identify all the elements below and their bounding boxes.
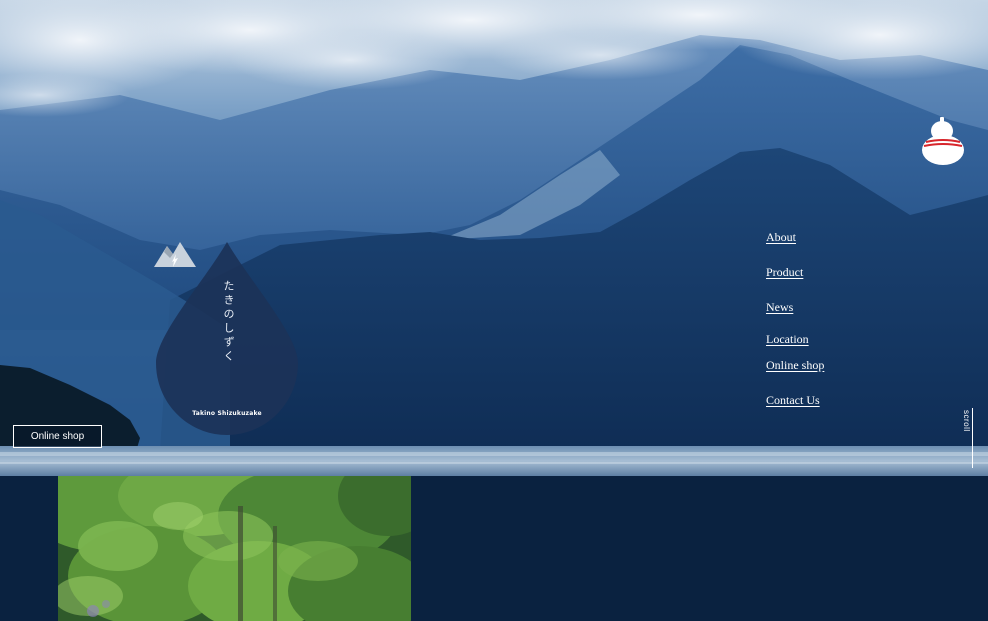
lower-section (0, 476, 988, 621)
scroll-line (972, 408, 973, 468)
nav-item-product[interactable]: Product (766, 265, 803, 280)
brand-logo[interactable]: たきのしずく Takino Shizukuzake (154, 240, 300, 436)
hero-landscape-image (0, 0, 988, 476)
brand-vertical-name: たきのしずく (222, 280, 235, 364)
nav-item-location[interactable]: Location (766, 332, 809, 347)
mountain-icon (154, 242, 196, 267)
hero-section: たきのしずく Takino Shizukuzake Online shop Ab… (0, 0, 988, 476)
online-shop-button[interactable]: Online shop (13, 425, 102, 448)
nav-item-news[interactable]: News (766, 300, 793, 315)
gourd-icon[interactable] (920, 116, 966, 168)
nav-item-contact-us[interactable]: Contact Us (766, 393, 820, 408)
page: たきのしずく Takino Shizukuzake Online shop Ab… (0, 0, 988, 621)
brand-name: Takino Shizukuzake (192, 410, 262, 417)
scroll-label[interactable]: scroll (959, 410, 971, 434)
nav-item-about[interactable]: About (766, 230, 796, 245)
forest-image (58, 476, 411, 621)
nav-item-online-shop[interactable]: Online shop (766, 358, 824, 373)
